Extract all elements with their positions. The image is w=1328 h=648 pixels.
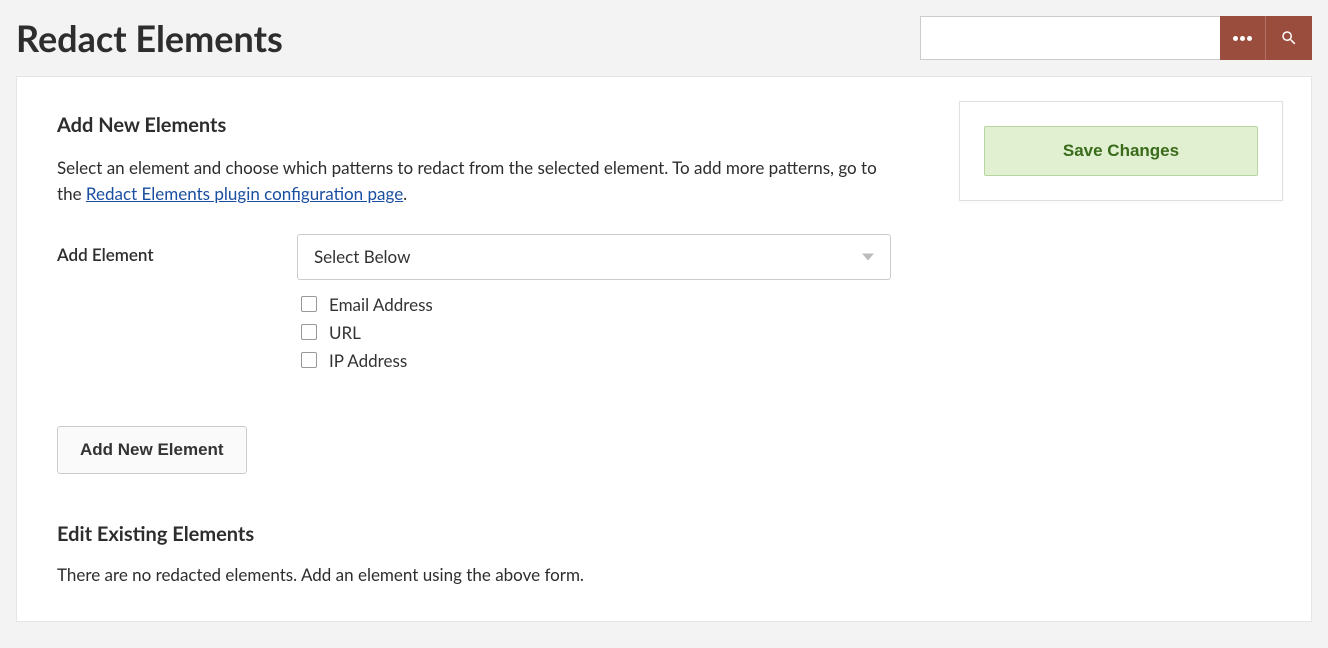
save-card: Save Changes [959, 101, 1283, 201]
add-element-label: Add Element [57, 234, 297, 265]
page-title: Redact Elements [16, 16, 283, 60]
config-page-link[interactable]: Redact Elements plugin configuration pag… [86, 183, 403, 204]
checkbox-label: IP Address [329, 350, 407, 371]
checkbox-label: URL [329, 322, 361, 343]
main-panel: Add New Elements Select an element and c… [16, 76, 1312, 622]
edit-elements-heading: Edit Existing Elements [57, 522, 891, 546]
search-input[interactable] [920, 16, 1220, 60]
chevron-down-icon [862, 253, 874, 260]
ellipsis-icon [1233, 36, 1253, 41]
intro-text-suffix: . [403, 183, 407, 204]
add-elements-heading: Add New Elements [57, 113, 891, 137]
checkbox-label: Email Address [329, 294, 433, 315]
edit-elements-empty-message: There are no redacted elements. Add an e… [57, 564, 891, 585]
add-new-element-button[interactable]: Add New Element [57, 426, 247, 474]
element-select[interactable]: Select Below [297, 234, 891, 280]
add-elements-intro: Select an element and choose which patte… [57, 155, 891, 208]
checkbox-row: IP Address [301, 350, 891, 371]
checkbox-row: URL [301, 322, 891, 343]
pattern-checkbox-list: Email Address URL IP Address [297, 294, 891, 371]
search-group [920, 16, 1312, 60]
checkbox-email-address[interactable] [301, 296, 317, 312]
save-changes-button[interactable]: Save Changes [984, 126, 1258, 176]
advanced-search-button[interactable] [1220, 16, 1266, 60]
checkbox-row: Email Address [301, 294, 891, 315]
search-button[interactable] [1266, 16, 1312, 60]
search-icon [1280, 29, 1298, 47]
checkbox-url[interactable] [301, 324, 317, 340]
checkbox-ip-address[interactable] [301, 352, 317, 368]
select-selected-value: Select Below [314, 246, 410, 267]
